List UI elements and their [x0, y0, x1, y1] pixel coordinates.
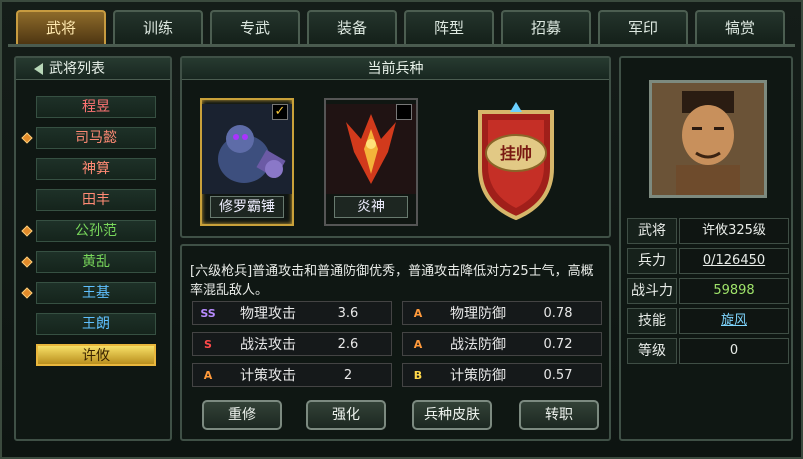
- stat-grade: A: [413, 337, 423, 351]
- stat-value: 2: [343, 367, 353, 383]
- info-row-troops: 兵力 0/126450: [627, 248, 789, 274]
- stat-grade: SS: [200, 306, 216, 320]
- general-list-title: 武将列表: [49, 60, 105, 77]
- general-item-1[interactable]: 司马懿: [21, 127, 156, 149]
- stat-name: 战法攻击: [240, 337, 296, 353]
- info-value: 许攸325级: [679, 218, 789, 244]
- stat-strategy-defense: B 计策防御 0.57: [402, 363, 602, 387]
- tab-generals[interactable]: 武将: [16, 10, 106, 44]
- commander-badge-icon[interactable]: 挂帅: [466, 98, 566, 224]
- info-row-skill: 技能 旋风: [627, 308, 789, 334]
- general-item-name: 程昱: [82, 99, 110, 115]
- general-item-name: 司马懿: [75, 130, 117, 146]
- info-row-name: 武将 许攸325级: [627, 218, 789, 244]
- commander-badge-text: 挂帅: [500, 144, 532, 163]
- tab-training[interactable]: 训练: [113, 10, 203, 44]
- stat-tactic-defense: A 战法防御 0.72: [402, 332, 602, 356]
- general-list-header: 武将列表: [16, 58, 170, 80]
- general-item-3[interactable]: 田丰: [36, 189, 156, 211]
- tabbar-divider: [8, 44, 795, 47]
- general-item-name: 公孙范: [75, 223, 117, 239]
- stat-name: 战法防御: [450, 337, 506, 353]
- general-item-name: 神算: [82, 161, 110, 177]
- marker-icon: [21, 287, 33, 299]
- troop-description: [六级枪兵]普通攻击和普通防御优秀，普通攻击降低对方25士气，高概率混乱敌人。: [190, 264, 594, 298]
- current-troop-title: 当前兵种: [182, 58, 609, 80]
- marker-icon: [21, 225, 33, 237]
- general-item-name: 王朗: [82, 316, 110, 332]
- change-class-button[interactable]: 转职: [519, 400, 599, 430]
- stat-grade: A: [203, 368, 213, 382]
- general-item-7[interactable]: 王朗: [36, 313, 156, 335]
- info-value: 59898: [679, 278, 789, 304]
- unchecked-box-icon: ✓: [396, 104, 412, 120]
- troop-info-panel: [六级枪兵]普通攻击和普通防御优秀，普通攻击降低对方25士气，高概率混乱敌人。 …: [180, 244, 611, 441]
- tab-equipment[interactable]: 装备: [307, 10, 397, 44]
- current-troop-panel: 当前兵种 ✓ 修罗霸锤 ✓ 炎神: [180, 56, 611, 238]
- tab-recruit[interactable]: 招募: [501, 10, 591, 44]
- troops-link[interactable]: 0/126450: [703, 253, 765, 268]
- tab-formation[interactable]: 阵型: [404, 10, 494, 44]
- tab-special-weapon[interactable]: 专武: [210, 10, 300, 44]
- general-item-name: 黄乱: [82, 254, 110, 270]
- info-value: 旋风: [679, 308, 789, 334]
- troop-slot-0[interactable]: ✓ 修罗霸锤: [200, 98, 294, 226]
- top-tabs: 武将 训练 专武 装备 阵型 招募 军印 犒赏: [16, 10, 792, 46]
- stat-name: 物理攻击: [240, 306, 296, 322]
- back-arrow-icon[interactable]: [34, 62, 43, 75]
- info-label: 武将: [627, 218, 677, 244]
- general-item-name: 田丰: [82, 192, 110, 208]
- info-value: 0/126450: [679, 248, 789, 274]
- stat-physical-attack: SS 物理攻击 3.6: [192, 301, 392, 325]
- info-label: 兵力: [627, 248, 677, 274]
- stat-value: 2.6: [337, 336, 359, 352]
- stat-strategy-attack: A 计策攻击 2: [192, 363, 392, 387]
- stat-name: 计策攻击: [240, 368, 296, 384]
- general-item-5[interactable]: 黄乱: [21, 251, 156, 273]
- troop-slot-name: 修罗霸锤: [210, 196, 284, 218]
- general-item-name: 许攸: [82, 348, 110, 364]
- info-label: 战斗力: [627, 278, 677, 304]
- general-item-name: 王基: [82, 285, 110, 301]
- stat-value: 3.6: [337, 305, 359, 321]
- info-label: 等级: [627, 338, 677, 364]
- stat-tactic-attack: S 战法攻击 2.6: [192, 332, 392, 356]
- general-item-8[interactable]: 许攸: [36, 344, 156, 366]
- general-item-6[interactable]: 王基: [21, 282, 156, 304]
- troop-slot-name: 炎神: [334, 196, 408, 218]
- stat-physical-defense: A 物理防御 0.78: [402, 301, 602, 325]
- enhance-button[interactable]: 强化: [306, 400, 386, 430]
- stat-grade: S: [204, 337, 212, 351]
- general-portrait: [649, 80, 767, 198]
- stat-value: 0.78: [543, 305, 573, 321]
- stat-name: 计策防御: [450, 368, 506, 384]
- general-list-panel: 武将列表 程昱 司马懿 神算 田丰 公孙范 黄乱 王基 王朗 许攸: [14, 56, 172, 441]
- general-item-4[interactable]: 公孙范: [21, 220, 156, 242]
- general-info-panel: 武将 许攸325级 兵力 0/126450 战斗力 59898 技能 旋风 等级…: [619, 56, 793, 441]
- skill-link[interactable]: 旋风: [721, 313, 747, 328]
- stat-value: 0.57: [543, 367, 573, 383]
- marker-icon: [21, 256, 33, 268]
- general-item-2[interactable]: 神算: [36, 158, 156, 180]
- selected-check-icon: ✓: [272, 104, 288, 120]
- tab-reward[interactable]: 犒赏: [695, 10, 785, 44]
- tab-military-seal[interactable]: 军印: [598, 10, 688, 44]
- general-item-0[interactable]: 程昱: [36, 96, 156, 118]
- marker-icon: [21, 132, 33, 144]
- general-portrait-icon: [652, 83, 764, 195]
- stat-name: 物理防御: [450, 306, 506, 322]
- stat-grade: A: [413, 306, 423, 320]
- stat-grade: B: [413, 368, 423, 382]
- generals-window: 武将 训练 专武 装备 阵型 招募 军印 犒赏 武将列表 程昱 司马懿 神算 田…: [0, 0, 803, 459]
- info-row-power: 战斗力 59898: [627, 278, 789, 304]
- info-value: 0: [679, 338, 789, 364]
- troop-skin-button[interactable]: 兵种皮肤: [412, 400, 492, 430]
- info-label: 技能: [627, 308, 677, 334]
- retrain-button[interactable]: 重修: [202, 400, 282, 430]
- troop-slot-1[interactable]: ✓ 炎神: [324, 98, 418, 226]
- stat-value: 0.72: [543, 336, 573, 352]
- info-row-level: 等级 0: [627, 338, 789, 364]
